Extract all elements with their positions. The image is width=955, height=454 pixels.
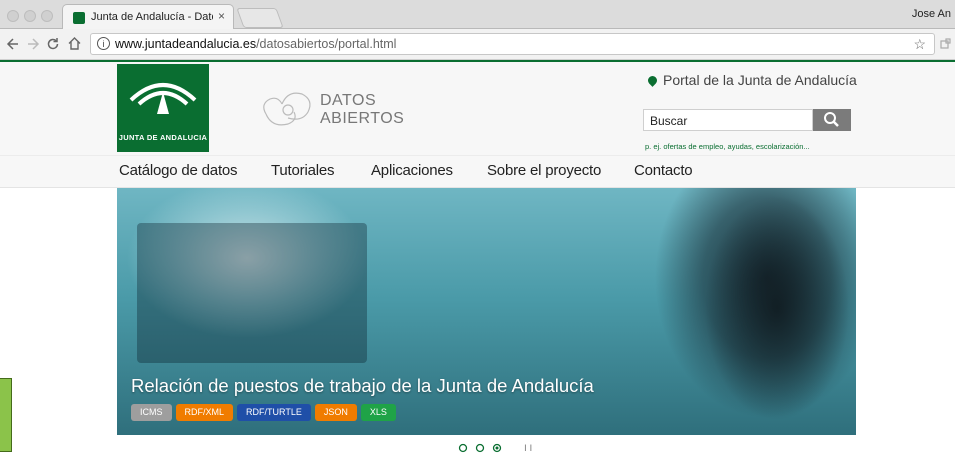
main-navigation: Catálogo de datos Tutoriales Aplicacione… (0, 155, 955, 188)
nav-item-sobre-proyecto[interactable]: Sobre el proyecto (487, 162, 601, 179)
carousel-dot-2[interactable] (475, 443, 485, 453)
carousel-dot-active (495, 446, 499, 450)
url-text[interactable]: www.juntadeandalucia.es/datosabiertos/po… (115, 37, 396, 51)
browser-tab-strip: Junta de Andalucía - Datos abi × Jose An (0, 0, 955, 30)
home-icon[interactable] (67, 36, 82, 51)
side-green-widget[interactable] (0, 378, 12, 452)
extension-icon[interactable] (940, 38, 952, 50)
web-page: JUNTA DE ANDALUCIA DATOS ABIERTOS Portal… (0, 60, 955, 454)
logo-text: JUNTA DE ANDALUCIA (118, 133, 208, 142)
format-tags: ICMS RDF/XML RDF/TURTLE JSON XLS (131, 402, 400, 421)
carousel-dots (458, 443, 502, 453)
portal-junta-link[interactable]: Portal de la Junta de Andalucía (646, 72, 857, 88)
tag-json[interactable]: JSON (314, 404, 357, 421)
search-button[interactable] (813, 109, 851, 131)
site-favicon-icon (73, 12, 85, 24)
search-hint: p. ej. ofertas de empleo, ayudas, escola… (645, 142, 810, 151)
junta-andalucia-logo[interactable]: JUNTA DE ANDALUCIA (117, 64, 209, 152)
nav-item-aplicaciones[interactable]: Aplicaciones (371, 162, 453, 179)
profile-name[interactable]: Jose An (912, 8, 951, 20)
tag-xls[interactable]: XLS (360, 404, 396, 421)
window-close-button[interactable] (7, 10, 19, 22)
tag-icms[interactable]: ICMS (131, 404, 172, 421)
tag-rdf-turtle[interactable]: RDF/TURTLE (237, 404, 311, 421)
nav-item-tutoriales[interactable]: Tutoriales (271, 162, 335, 179)
nav-item-catalogo[interactable]: Catálogo de datos (119, 162, 238, 179)
window-minimize-button[interactable] (24, 10, 36, 22)
junta-emblem-icon (129, 83, 197, 114)
site-name[interactable]: DATOS ABIERTOS (320, 92, 404, 128)
hero-person-silhouette (677, 188, 856, 435)
star-icon[interactable]: ☆ (913, 36, 926, 53)
address-bar[interactable]: i www.juntadeandalucia.es/datosabiertos/… (90, 33, 935, 55)
carousel-dot-1[interactable] (458, 443, 468, 453)
info-icon[interactable]: i (97, 37, 110, 50)
browser-tab[interactable]: Junta de Andalucía - Datos abi × (62, 4, 234, 30)
site-header: JUNTA DE ANDALUCIA DATOS ABIERTOS Portal… (0, 60, 955, 155)
datos-abiertos-logo-icon[interactable] (258, 84, 320, 132)
forward-arrow-icon[interactable] (26, 37, 40, 51)
new-tab-button[interactable] (236, 8, 284, 28)
hero-title[interactable]: Relación de puestos de trabajo de la Jun… (131, 375, 594, 397)
nav-item-contacto[interactable]: Contacto (634, 162, 693, 179)
tab-title: Junta de Andalucía - Datos abi (91, 11, 213, 23)
reload-icon[interactable] (46, 37, 60, 51)
hero-carousel-slide[interactable]: Relación de puestos de trabajo de la Jun… (117, 188, 856, 435)
location-pin-icon (646, 74, 659, 87)
window-maximize-button[interactable] (41, 10, 53, 22)
search-input[interactable]: Buscar (643, 109, 813, 131)
browser-toolbar: i www.juntadeandalucia.es/datosabiertos/… (0, 29, 955, 60)
back-arrow-icon[interactable] (6, 37, 20, 51)
carousel-indicators: II (458, 442, 535, 454)
search-icon (824, 112, 839, 127)
tab-close-icon[interactable]: × (218, 9, 225, 23)
tag-rdf-xml[interactable]: RDF/XML (175, 404, 234, 421)
hero-background-image (137, 223, 367, 363)
